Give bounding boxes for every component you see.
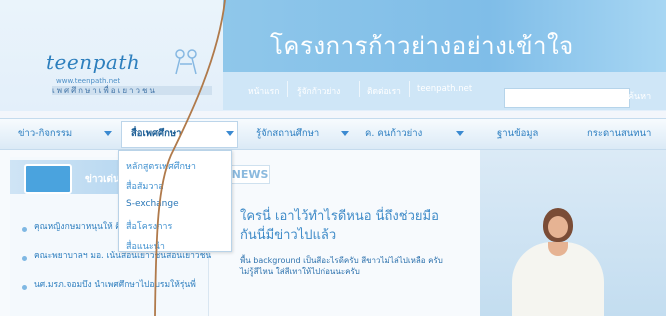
dropdown-item-recommended-media[interactable]: สื่อแนะนำ	[126, 239, 165, 253]
news-item[interactable]: คณะพยาบาลฯ มอ. เน้นสอนเยาวชนสอนเยาวชน	[34, 251, 214, 261]
dropdown-item-project-media[interactable]: สื่อโครงการ	[126, 219, 172, 233]
feature-headline[interactable]: ใครนี่ เอาไว้ทำไรดีหนอ นี่ถึงช่วยมือกันน…	[240, 207, 450, 245]
search-input[interactable]	[504, 88, 630, 108]
news-item[interactable]: นศ.มรภ.จอมบึง นำเพศศึกษาไปอบรมให้รุ่นพี่	[34, 280, 214, 290]
top-link-home[interactable]: หน้าแรก	[248, 84, 279, 98]
site-logo[interactable]: teenpath www.teenpath.net เพศศึกษาเพื่อเ…	[46, 46, 216, 110]
logo-tagline: เพศศึกษาเพื่อเยาวชน	[52, 86, 212, 95]
newspaper-icon	[24, 164, 72, 194]
feature-body: พื้น background เป็นสีอะไรดีครับ สีขาวไม…	[240, 256, 443, 276]
nav-item-people[interactable]: ค. คนก้าวย่าง	[365, 126, 422, 141]
nav-item-sex-ed-media[interactable]: สื่อเพศศึกษา	[131, 126, 181, 141]
bullet-icon	[22, 256, 27, 261]
divider	[359, 81, 360, 97]
banner: โครงการก้าวย่างอย่างเข้าใจ	[223, 0, 666, 72]
logo-url: www.teenpath.net	[56, 77, 121, 85]
top-link-contact[interactable]: ติดต่อเรา	[367, 84, 401, 98]
nav-item-database[interactable]: ฐานข้อมูล	[497, 126, 538, 141]
top-link-site[interactable]: teenpath.net	[417, 84, 472, 94]
figure-icon	[175, 49, 197, 75]
nav-item-forum[interactable]: กระดานสนทนา	[587, 126, 651, 141]
chevron-down-icon[interactable]	[226, 131, 234, 136]
bullet-icon	[22, 285, 27, 290]
divider	[287, 81, 288, 97]
divider	[409, 81, 410, 97]
page-frame: teenpath www.teenpath.net เพศศึกษาเพื่อเ…	[0, 0, 666, 316]
main-nav	[0, 118, 666, 150]
dropdown-item-s-exchange[interactable]: S-exchange	[126, 199, 179, 209]
dropdown-item-media[interactable]: สื่อสัมวาส	[126, 179, 164, 193]
news-tag: NEWS	[230, 165, 270, 184]
nav-item-news[interactable]: ข่าว-กิจกรรม	[18, 126, 72, 141]
search-button[interactable]: ค้นหา	[628, 89, 651, 103]
bullet-icon	[22, 227, 27, 232]
logo-wordmark: teenpath	[46, 50, 141, 74]
banner-title: โครงการก้าวย่างอย่างเข้าใจ	[270, 32, 574, 60]
chevron-down-icon[interactable]	[341, 131, 349, 136]
chevron-down-icon[interactable]	[104, 131, 112, 136]
person-image	[548, 216, 568, 238]
dropdown-item-curriculum[interactable]: หลักสูตรเพศศึกษา	[126, 159, 196, 173]
chevron-down-icon[interactable]	[456, 131, 464, 136]
top-link-about[interactable]: รู้จักก้าวย่าง	[297, 84, 340, 98]
sex-ed-media-dropdown: หลักสูตรเพศศึกษา สื่อสัมวาส S-exchange ส…	[118, 150, 232, 252]
nav-item-schools[interactable]: รู้จักสถานศึกษา	[256, 126, 319, 141]
news-sidebar-title: ข่าวเด่น	[85, 174, 120, 185]
